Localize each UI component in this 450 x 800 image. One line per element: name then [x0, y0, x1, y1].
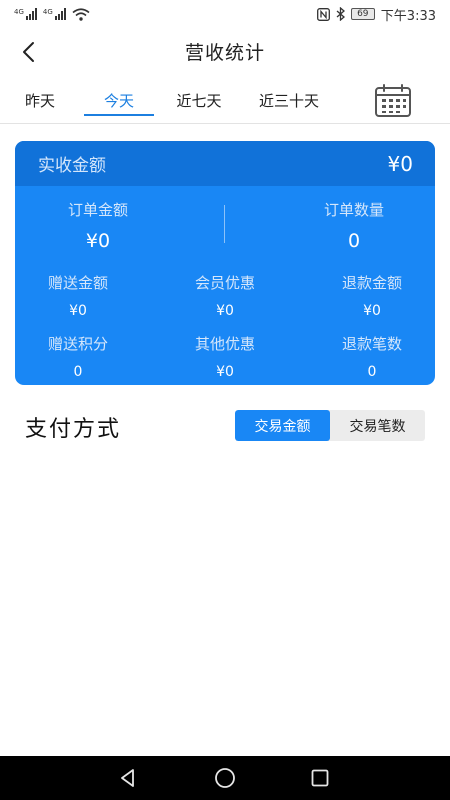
revenue-summary-card: 实收金额 ¥0 订单金额 ¥0 订单数量 0 赠送金额 ¥0 会员优惠 ¥0 退…	[15, 141, 435, 385]
tab-today[interactable]: 今天	[84, 76, 154, 124]
refund-count-value: 0	[367, 364, 377, 380]
date-range-tabs: 昨天 今天 近七天 近三十天	[0, 76, 450, 124]
gift-amount-label: 赠送金额	[47, 274, 108, 292]
tab-last-7-days[interactable]: 近七天	[166, 76, 232, 124]
payment-metric-toggle: 交易金额 交易笔数	[235, 410, 425, 441]
member-discount-value: ¥0	[216, 303, 234, 319]
system-nav-bar	[0, 756, 450, 800]
refund-amount-metric: 退款金额 ¥0	[302, 272, 435, 319]
system-home-button[interactable]	[211, 765, 239, 791]
circle-home-icon	[215, 768, 235, 788]
refund-amount-label: 退款金额	[341, 274, 402, 292]
member-discount-label: 会员优惠	[194, 274, 255, 292]
other-discount-label: 其他优惠	[194, 335, 255, 353]
other-discount-value: ¥0	[216, 364, 234, 380]
order-count-label: 订单数量	[323, 201, 384, 219]
page-title: 营收统计	[184, 41, 265, 64]
system-recents-button[interactable]	[306, 765, 334, 791]
calendar-icon	[375, 84, 411, 117]
status-left: 4G 4G	[14, 7, 90, 21]
status-bar: 4G 4G 69 下午3:33	[0, 0, 450, 28]
system-back-button[interactable]	[114, 765, 142, 791]
refund-count-metric: 退款笔数 0	[302, 333, 435, 380]
order-amount-label: 订单金额	[67, 201, 128, 219]
triangle-back-icon	[121, 769, 134, 787]
refund-amount-value: ¥0	[363, 303, 381, 319]
gift-amount-metric: 赠送金额 ¥0	[15, 272, 148, 319]
other-discount-metric: 其他优惠 ¥0	[155, 333, 295, 380]
wifi-icon	[72, 7, 90, 21]
order-amount-metric: 订单金额 ¥0	[18, 199, 178, 252]
payment-method-title: 支付方式	[25, 417, 122, 442]
metric-divider	[224, 205, 225, 243]
back-button[interactable]	[14, 38, 42, 66]
toggle-transaction-amount[interactable]: 交易金额	[235, 410, 330, 441]
actual-revenue-value: ¥0	[387, 151, 413, 176]
order-amount-value: ¥0	[85, 230, 111, 252]
gift-points-value: 0	[73, 364, 83, 380]
gift-amount-value: ¥0	[69, 303, 87, 319]
square-recents-icon	[311, 769, 329, 787]
gift-points-label: 赠送积分	[47, 335, 108, 353]
order-count-metric: 订单数量 0	[274, 199, 434, 252]
bluetooth-icon	[336, 7, 345, 21]
nav-bar: 营收统计	[0, 28, 450, 74]
nfc-icon	[316, 7, 330, 21]
active-tab-indicator	[84, 114, 154, 116]
calendar-button[interactable]	[374, 84, 412, 118]
actual-revenue-header: 实收金额 ¥0	[15, 141, 435, 186]
actual-revenue-label: 实收金额	[38, 156, 106, 176]
tab-last-30-days[interactable]: 近三十天	[248, 76, 330, 124]
clock: 下午3:33	[380, 8, 436, 24]
member-discount-metric: 会员优惠 ¥0	[155, 272, 295, 319]
signal-icon: 4G	[43, 8, 66, 20]
gift-points-metric: 赠送积分 0	[15, 333, 148, 380]
toggle-transaction-count[interactable]: 交易笔数	[330, 410, 425, 441]
order-count-value: 0	[347, 230, 361, 252]
refund-count-label: 退款笔数	[341, 335, 402, 353]
battery-indicator: 69	[350, 8, 375, 20]
signal-icon: 4G	[14, 8, 37, 20]
status-right: 69 下午3:33	[316, 5, 436, 24]
tab-yesterday[interactable]: 昨天	[10, 76, 70, 124]
network-type: 4G	[14, 8, 24, 16]
back-arrow-icon	[23, 42, 34, 62]
network-type: 4G	[42, 8, 53, 16]
